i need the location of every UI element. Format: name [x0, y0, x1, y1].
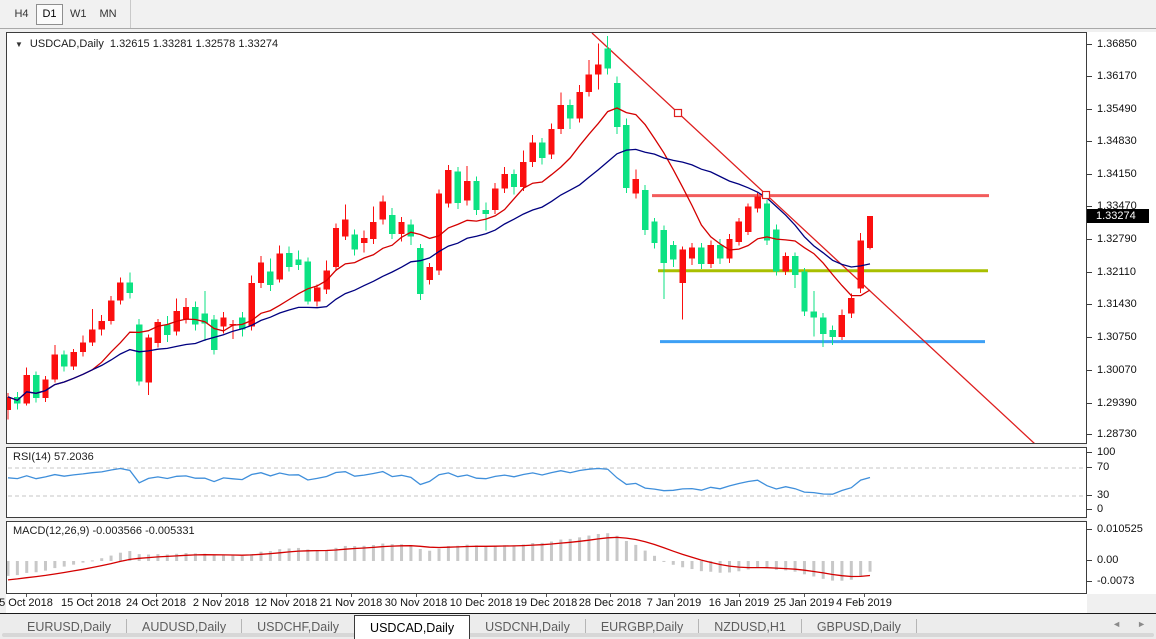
price-tick-label: 1.36170 — [1097, 70, 1137, 82]
price-tick-label-tick — [1087, 304, 1092, 305]
price-tick-label-tick — [1087, 239, 1092, 240]
time-axis-label: 25 Jan 2019 — [774, 597, 835, 609]
price-tick-label-tick — [1087, 76, 1092, 77]
price-tick-label: 1.30750 — [1097, 331, 1137, 343]
time-axis-label: 10 Dec 2018 — [450, 597, 512, 609]
macd-tick-label: 0.010525 — [1097, 523, 1143, 535]
timeframe-tab-mn[interactable]: MN — [94, 4, 123, 25]
price-tick-label-tick — [1087, 434, 1092, 435]
tab-scrollbar-track[interactable] — [2, 633, 1154, 637]
tab-separator — [916, 619, 917, 633]
time-axis: 5 Oct 201815 Oct 201824 Oct 20182 Nov 20… — [6, 594, 1087, 613]
rsi-indicator-panel[interactable]: RSI(14) 57.2036 — [6, 447, 1087, 518]
price-tick-label: 1.34150 — [1097, 168, 1137, 180]
time-axis-label: 7 Jan 2019 — [647, 597, 701, 609]
candles — [7, 36, 873, 420]
price-tick-label: 1.29390 — [1097, 397, 1137, 409]
time-axis-label: 24 Oct 2018 — [126, 597, 186, 609]
price-tick-label-tick — [1087, 174, 1092, 175]
toolbar-divider — [130, 0, 131, 28]
price-tick-label: 1.34830 — [1097, 135, 1137, 147]
rsi-tick-label-tick — [1087, 509, 1092, 510]
rsi-tick-label-tick — [1087, 467, 1092, 468]
macd-tick-label-tick — [1087, 560, 1092, 561]
macd-histogram — [7, 533, 872, 580]
chart-title: ▼ USDCAD,Daily 1.32615 1.33281 1.32578 1… — [15, 38, 278, 50]
main-chart-panel[interactable]: ▼ USDCAD,Daily 1.32615 1.33281 1.32578 1… — [6, 32, 1087, 444]
macd-tick-label-tick — [1087, 581, 1092, 582]
price-tick-label: 1.36850 — [1097, 38, 1137, 50]
timeframe-tab-w1[interactable]: W1 — [64, 4, 93, 25]
tab-scroll-buttons: ◄ ► — [1112, 619, 1146, 629]
price-tick-label-tick — [1087, 109, 1092, 110]
chart-objects[interactable] — [592, 33, 1035, 443]
time-axis-label: 28 Dec 2018 — [579, 597, 641, 609]
time-axis-label: 21 Nov 2018 — [320, 597, 382, 609]
time-axis-label: 4 Feb 2019 — [836, 597, 892, 609]
price-tick-label: 1.30070 — [1097, 364, 1137, 376]
price-tick-label-tick — [1087, 206, 1092, 207]
rsi-tick-label: 100 — [1097, 446, 1115, 458]
trendline-handle-2[interactable] — [763, 192, 770, 199]
rsi-tick-label: 70 — [1097, 461, 1109, 473]
rsi-line — [8, 469, 870, 495]
price-axis: 1.368501.361701.354901.348301.341501.334… — [1087, 32, 1156, 594]
time-axis-label: 19 Dec 2018 — [515, 597, 577, 609]
price-tick-label-tick — [1087, 272, 1092, 273]
chart-ohlc-values: 1.32615 1.33281 1.32578 1.33274 — [110, 38, 278, 50]
price-tick-label-tick — [1087, 370, 1092, 371]
current-price-tag: 1.33274 — [1087, 209, 1149, 223]
rsi-tick-label: 0 — [1097, 503, 1103, 515]
trendline-handle-1[interactable] — [675, 110, 682, 117]
time-axis-label: 15 Oct 2018 — [61, 597, 121, 609]
time-axis-label: 2 Nov 2018 — [193, 597, 249, 609]
rsi-canvas — [7, 448, 1086, 517]
descending-trendline[interactable] — [592, 33, 1035, 443]
time-axis-label: 30 Nov 2018 — [385, 597, 447, 609]
macd-tick-label: -0.0073 — [1097, 575, 1134, 587]
chart-symbol-label: USDCAD,Daily — [30, 38, 104, 50]
mt4-chart-window: { "timeframe_bar": { "tabs": [ {"label":… — [0, 0, 1156, 639]
price-tick-label-tick — [1087, 403, 1092, 404]
rsi-tick-label: 30 — [1097, 489, 1109, 501]
price-tick-label-tick — [1087, 141, 1092, 142]
macd-label: MACD(12,26,9) -0.003566 -0.005331 — [13, 525, 195, 537]
price-tick-label: 1.31430 — [1097, 298, 1137, 310]
chart-dropdown-icon[interactable]: ▼ — [15, 40, 23, 49]
tab-scroll-right-icon[interactable]: ► — [1137, 619, 1146, 629]
price-tick-label: 1.35490 — [1097, 103, 1137, 115]
rsi-tick-label-tick — [1087, 452, 1092, 453]
rsi-tick-label-tick — [1087, 495, 1092, 496]
price-chart-canvas[interactable] — [7, 33, 1086, 443]
rsi-label: RSI(14) 57.2036 — [13, 451, 94, 463]
timeframe-bar: H4D1W1MN — [0, 0, 1156, 29]
price-tick-label-tick — [1087, 337, 1092, 338]
price-tick-label: 1.32790 — [1097, 233, 1137, 245]
price-tick-label-tick — [1087, 44, 1092, 45]
price-tick-label: 1.32110 — [1097, 266, 1136, 278]
time-axis-label: 5 Oct 2018 — [0, 597, 53, 609]
timeframe-tab-d1[interactable]: D1 — [36, 4, 63, 25]
symbol-tab-usdcad[interactable]: USDCAD,Daily — [354, 615, 470, 639]
price-tick-label: 1.28730 — [1097, 428, 1137, 440]
tab-scroll-left-icon[interactable]: ◄ — [1112, 619, 1121, 629]
time-axis-label: 16 Jan 2019 — [709, 597, 770, 609]
macd-indicator-panel[interactable]: MACD(12,26,9) -0.003566 -0.005331 — [6, 521, 1087, 594]
timeframe-tab-h4[interactable]: H4 — [8, 4, 35, 25]
time-axis-label: 12 Nov 2018 — [255, 597, 317, 609]
macd-tick-label-tick — [1087, 529, 1092, 530]
macd-tick-label: 0.00 — [1097, 554, 1118, 566]
